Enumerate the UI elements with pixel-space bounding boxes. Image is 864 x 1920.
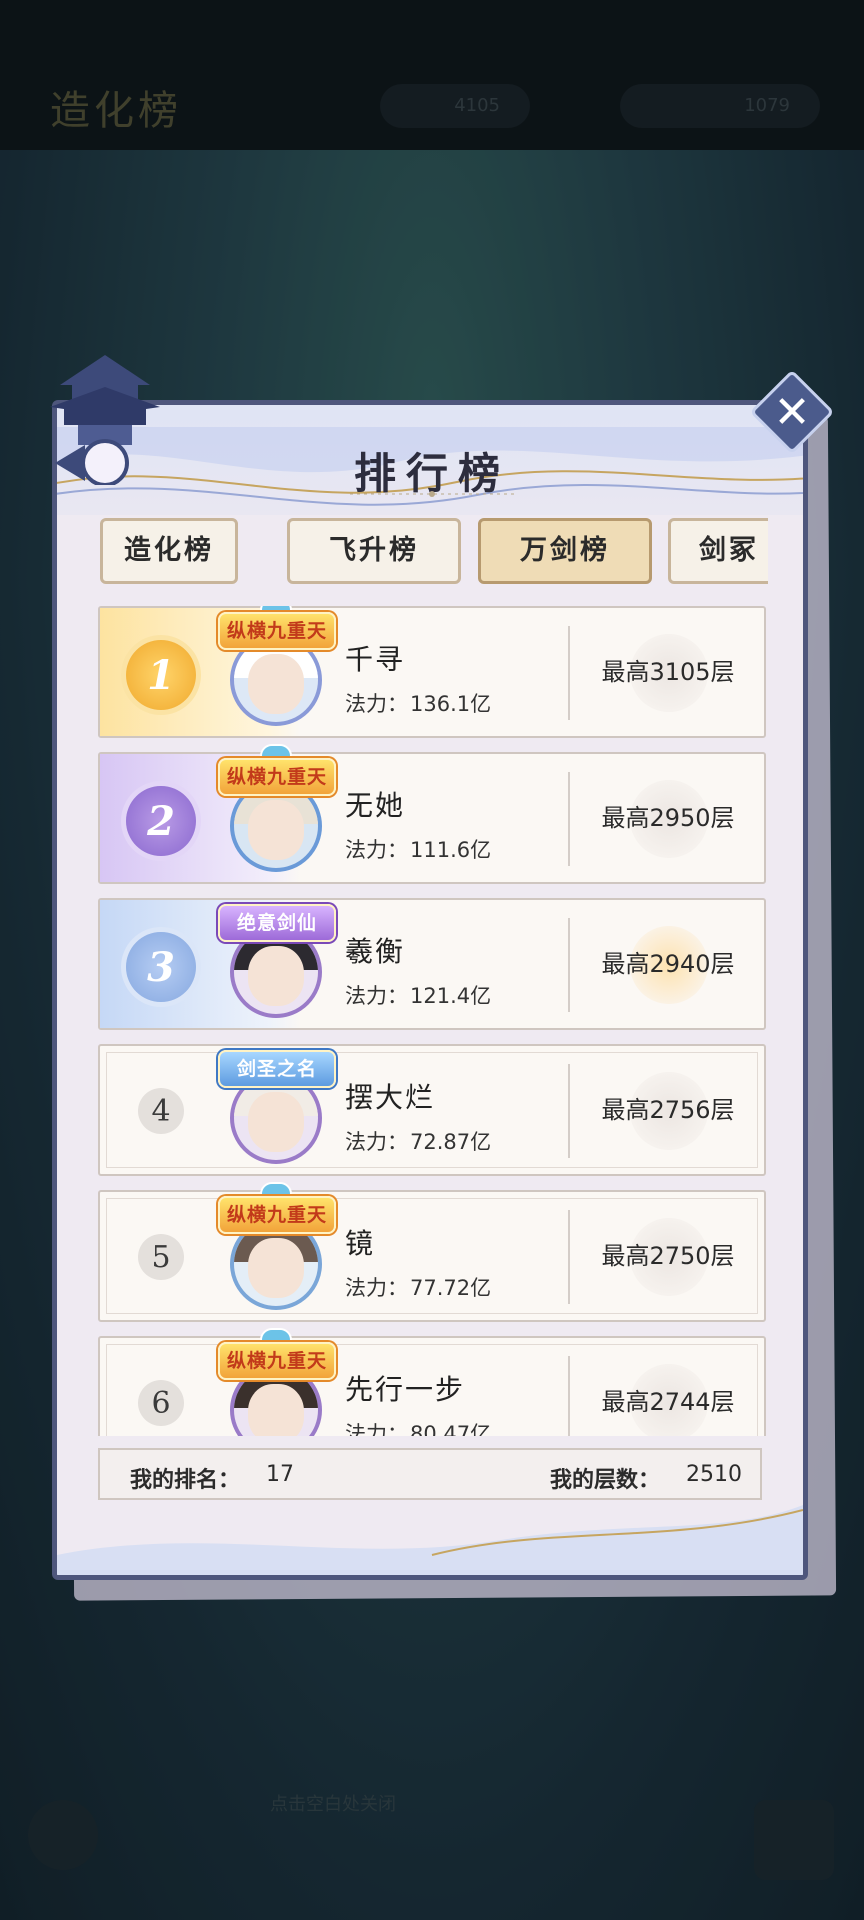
ranking-row[interactable]: 4 剑圣之名 摆大烂 法力： 72.87亿 最高2756层 xyxy=(98,1044,766,1176)
silver-medal-icon: 2 xyxy=(126,786,196,856)
ranking-list[interactable]: 1 纵横九重天 千寻 法力： 136.1亿 最高3105层 2 纵横九重天 无她… xyxy=(98,606,766,1436)
tab-feisheng[interactable]: 飞升榜 xyxy=(287,518,461,584)
power-label: 法力： xyxy=(345,1276,408,1300)
title-badge: 绝意剑仙 xyxy=(218,904,336,942)
power-label: 法力： xyxy=(345,1130,408,1154)
title-badge: 剑圣之名 xyxy=(218,1050,336,1088)
footer-wave-decoration xyxy=(57,1505,803,1575)
ranking-row[interactable]: 5 纵横九重天 镜 法力： 77.72亿 最高2750层 xyxy=(98,1182,766,1322)
tab-wanjian[interactable]: 万剑榜 xyxy=(478,518,652,584)
ranking-row[interactable]: 3 绝意剑仙 羲衡 法力： 121.4亿 最高2940层 xyxy=(98,898,766,1030)
tab-label: 造化榜 xyxy=(124,535,214,566)
power-label: 法力： xyxy=(345,838,408,862)
title-badge: 纵横九重天 xyxy=(218,612,336,650)
best-floor: 最高3105层 xyxy=(601,658,735,686)
best-floor: 最高2940层 xyxy=(601,950,735,978)
title-underline-decoration xyxy=(350,491,515,497)
rank-number: 5 xyxy=(138,1234,184,1280)
title-badge: 纵横九重天 xyxy=(218,1342,336,1380)
tab-label: 剑冢 xyxy=(699,535,759,566)
tab-label: 飞升榜 xyxy=(329,535,419,566)
rank-number: 4 xyxy=(138,1088,184,1134)
my-rank-label: 我的排名： xyxy=(130,1468,241,1493)
power-value: 111.6亿 xyxy=(410,838,492,862)
my-floor-value: 2510 xyxy=(686,1462,742,1487)
player-name: 摆大烂 xyxy=(345,1081,436,1114)
close-icon: ✕ xyxy=(773,386,811,438)
gold-medal-icon: 1 xyxy=(126,640,196,710)
player-name: 镜 xyxy=(345,1227,376,1260)
power-value: 72.87亿 xyxy=(410,1130,492,1154)
bronze-medal-icon: 3 xyxy=(126,932,196,1002)
player-name: 先行一步 xyxy=(345,1373,466,1406)
my-stats-bar: 我的排名： 17 我的层数： 2510 xyxy=(98,1448,762,1500)
tab-zaohua[interactable]: 造化榜 xyxy=(100,518,238,584)
power-label: 法力： xyxy=(345,984,408,1008)
my-rank-value: 17 xyxy=(266,1462,294,1487)
tab-bar: 造化榜 飞升榜 万剑榜 剑冢 xyxy=(100,510,768,590)
power-value: 121.4亿 xyxy=(410,984,492,1008)
best-floor: 最高2756层 xyxy=(601,1096,735,1124)
power-value: 77.72亿 xyxy=(410,1276,492,1300)
best-floor: 最高2950层 xyxy=(601,804,735,832)
title-badge: 纵横九重天 xyxy=(218,758,336,796)
power-value: 80.47亿 xyxy=(410,1422,492,1436)
power-label: 法力： xyxy=(345,692,408,716)
rank-number: 1 xyxy=(147,651,175,699)
ranking-row[interactable]: 1 纵横九重天 千寻 法力： 136.1亿 最高3105层 xyxy=(98,606,766,738)
power-value: 136.1亿 xyxy=(410,692,492,716)
tab-jianzhong[interactable]: 剑冢 xyxy=(668,518,768,584)
power-label: 法力： xyxy=(345,1422,408,1436)
title-badge: 纵横九重天 xyxy=(218,1196,336,1234)
my-floor-label: 我的层数： xyxy=(550,1468,661,1493)
player-name: 千寻 xyxy=(345,643,406,676)
rank-number: 3 xyxy=(147,943,175,991)
best-floor: 最高2750层 xyxy=(601,1242,735,1270)
player-name: 无她 xyxy=(345,789,406,822)
ranking-row[interactable]: 2 纵横九重天 无她 法力： 111.6亿 最高2950层 xyxy=(98,744,766,884)
player-name: 羲衡 xyxy=(345,935,406,968)
ranking-row[interactable]: 6 纵横九重天 先行一步 法力： 80.47亿 最高2744层 xyxy=(98,1328,766,1436)
best-floor: 最高2744层 xyxy=(601,1388,735,1416)
rank-number: 2 xyxy=(147,797,175,845)
tab-label: 万剑榜 xyxy=(520,535,610,566)
rank-number: 6 xyxy=(138,1380,184,1426)
